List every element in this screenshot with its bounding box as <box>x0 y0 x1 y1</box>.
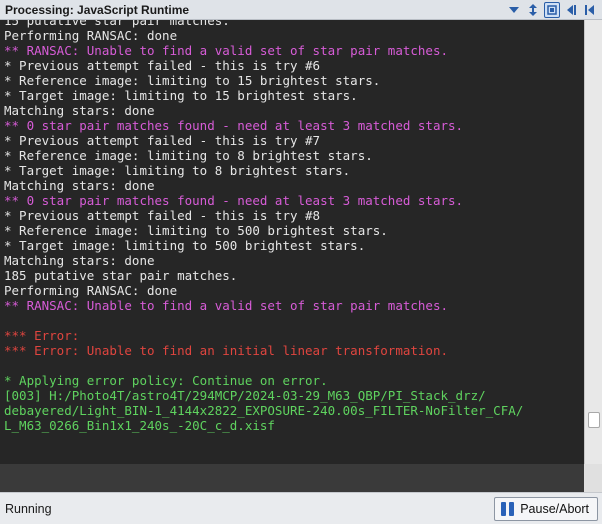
console-line: *** Error: Unable to find an initial lin… <box>4 343 449 358</box>
dropdown-arrow-icon[interactable] <box>506 2 522 18</box>
console-line: * Target image: limiting to 8 brightest … <box>4 163 351 178</box>
console-line: * Reference image: limiting to 500 brigh… <box>4 223 388 238</box>
console-line: * Previous attempt failed - this is try … <box>4 133 321 148</box>
console-output[interactable]: 15 putative star pair matches. Performing… <box>0 20 584 464</box>
up-down-arrows-icon[interactable] <box>525 2 541 18</box>
console-line: [003] H:/Photo4T/astro4T/294MCP/2024-03-… <box>4 388 486 403</box>
console-line: * Previous attempt failed - this is try … <box>4 208 321 223</box>
title-bar-buttons <box>506 1 602 18</box>
console-line: L_M63_0266_Bin1x1_240s_-20C_c_d.xisf <box>4 418 275 433</box>
dock-left-icon[interactable] <box>563 2 579 18</box>
console-line: ** 0 star pair matches found - need at l… <box>4 193 464 208</box>
console-line: Performing RANSAC: done <box>4 28 178 43</box>
pause-abort-label: Pause/Abort <box>520 501 589 516</box>
console-line: 15 putative star pair matches. <box>4 20 230 28</box>
float-window-icon[interactable] <box>544 1 560 18</box>
collapse-left-icon[interactable] <box>582 2 598 18</box>
status-bar: Running Pause/Abort <box>0 492 602 524</box>
console-line: * Reference image: limiting to 15 bright… <box>4 73 381 88</box>
console-line: Matching stars: done <box>4 103 155 118</box>
window-title: Processing: JavaScript Runtime <box>5 2 190 17</box>
console-line: debayered/Light_BIN-1_4144x2822_EXPOSURE… <box>4 403 524 418</box>
console-line: *** Error: <box>4 328 80 343</box>
console-line: * Applying error policy: Continue on err… <box>4 373 328 388</box>
pause-abort-button[interactable]: Pause/Abort <box>494 496 598 521</box>
title-bar: Processing: JavaScript Runtime <box>0 0 602 20</box>
vertical-scrollbar[interactable] <box>584 20 602 464</box>
console-line: * Target image: limiting to 500 brightes… <box>4 238 366 253</box>
console-lines: 15 putative star pair matches. Performing… <box>4 20 523 433</box>
console-line: ** RANSAC: Unable to find a valid set of… <box>4 298 449 313</box>
console-line: ** RANSAC: Unable to find a valid set of… <box>4 43 449 58</box>
scrollbar-corner <box>584 464 602 492</box>
console-line: * Previous attempt failed - this is try … <box>4 58 321 73</box>
console-line: ** 0 star pair matches found - need at l… <box>4 118 464 133</box>
status-text: Running <box>5 501 52 516</box>
scrollbar-thumb[interactable] <box>588 412 600 428</box>
console-line: Performing RANSAC: done <box>4 283 178 298</box>
console-line: * Reference image: limiting to 8 brighte… <box>4 148 373 163</box>
console-line: * Target image: limiting to 15 brightest… <box>4 88 358 103</box>
pause-icon <box>501 501 515 516</box>
console-line: 185 putative star pair matches. <box>4 268 238 283</box>
console-line: Matching stars: done <box>4 253 155 268</box>
console-bottom-strip <box>0 464 602 492</box>
console-line: Matching stars: done <box>4 178 155 193</box>
